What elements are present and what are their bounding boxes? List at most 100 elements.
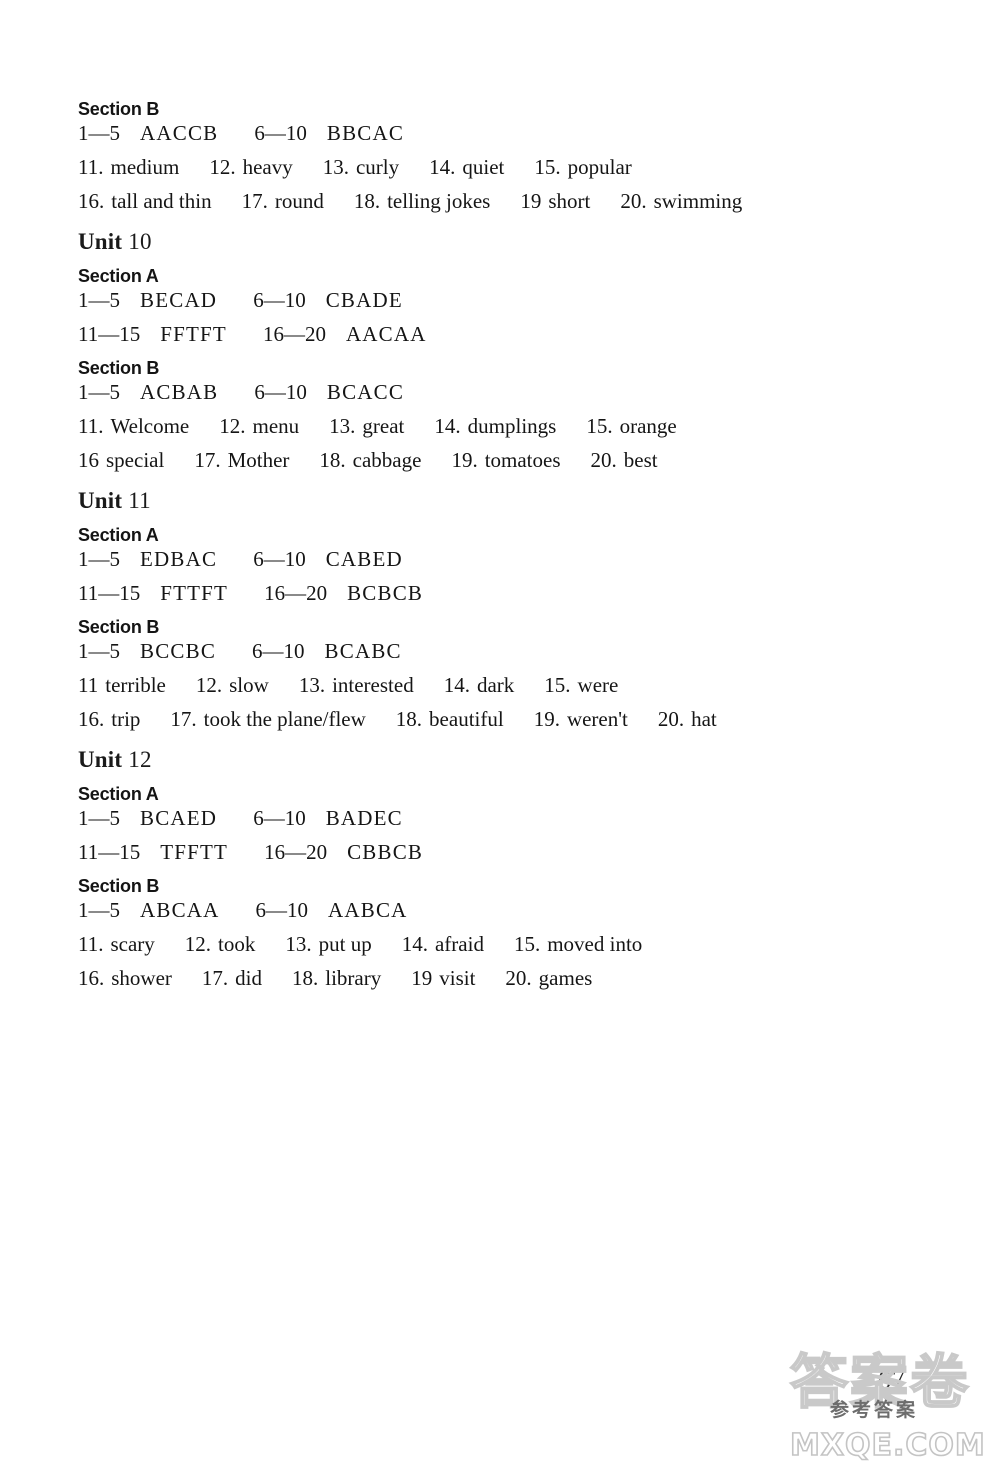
answer-item-number: 14. [401,932,428,956]
answer-item-number: 20. [590,448,617,472]
answer-item-number: 16 [78,448,99,472]
answer-item-text: special [106,448,165,472]
answer-keys: FTTFT [160,581,229,605]
answer-item-number: 14. [429,155,456,179]
answer-range-group: 1—5 BECAD [78,290,217,311]
answer-item: 12. took [185,934,256,955]
answer-range: 11—15 [78,581,141,605]
answer-range-group: 1—5 BCAED [78,808,217,829]
answer-item-text: round [274,189,324,213]
answer-line: 1—5 BCCBC 6—10 BCABC [78,641,918,662]
answer-item: 17. Mother [194,450,289,471]
answer-item: 14. dark [444,675,515,696]
answer-item-number: 11. [78,932,104,956]
answer-line: 11 terrible 12. slow 13. interested 14. dark 15.… [78,675,918,696]
answer-item-number: 19 [520,189,542,213]
answer-item: 17. did [202,968,262,989]
answer-item-text: were [577,673,619,697]
answer-range: 6—10 [252,639,305,663]
answer-range-group: 1—5 AACCB [78,123,218,144]
answer-item-number: 13. [329,414,356,438]
answer-item-number: 18. [395,707,423,731]
answer-item-number: 14. [434,414,461,438]
answer-line: 11. Welcome 12. menu 13. great 14. dumplings 15.… [78,416,918,437]
unit-number: 11 [128,488,151,513]
answer-range-group: 6—10 CABED [253,549,403,570]
answer-keys: BECAD [140,288,218,312]
answer-item: 20. best [591,450,658,471]
answer-range-group: 6—10 BADEC [253,808,403,829]
answer-range: 1—5 [78,288,120,312]
answer-item-number: 18. [319,448,346,472]
answer-item-text: dark [476,673,515,697]
answer-keys: CBBCB [347,840,424,864]
answer-item: 13. curly [323,157,399,178]
answer-keys: BBCAC [326,121,405,145]
answer-item-number: 15. [586,414,613,438]
answer-item-text: moved into [547,932,643,956]
answer-line: 1—5 BCAED 6—10 BADEC [78,808,918,829]
answer-item-number: 13. [285,932,312,956]
answer-item-text: took [218,932,256,956]
answer-range-group: 11—15 TFFTT [78,842,228,863]
answer-item: 14. quiet [429,157,504,178]
answer-range: 1—5 [78,639,120,663]
answer-item-text: heavy [242,155,293,179]
answer-item-text: weren't [566,707,628,731]
answer-item: 20. hat [658,709,717,730]
answer-item-text: Welcome [110,414,190,438]
answer-item-number: 12. [209,155,236,179]
answer-item-text: short [548,189,591,213]
answer-item-number: 11. [78,155,104,179]
answer-range-group: 16—20 CBBCB [264,842,423,863]
answer-range-group: 6—10 CBADE [253,290,403,311]
answer-item-number: 17. [241,189,268,213]
unit-heading: Unit 10 [78,230,918,253]
answer-line: 16. shower 17. did 18. library 19 visit 20. games [78,968,918,989]
answer-item: 15. moved into [514,934,642,955]
answer-item-number: 12. [184,932,212,956]
answer-range: 6—10 [255,898,309,922]
answer-item-text: menu [252,414,300,438]
answer-item-text: dumplings [467,414,557,438]
answer-item-text: cabbage [352,448,422,472]
answer-item-number: 15. [513,932,541,956]
answer-item-number: 17. [194,448,221,472]
answer-content: Section B 1—5 AACCB 6—10 BBCAC 11. medium 12. he… [78,100,918,1002]
answer-range: 16—20 [264,581,328,605]
answer-item: 13. put up [285,934,371,955]
answer-item-number: 16. [78,189,105,213]
answer-item-text: interested [332,673,414,697]
section-heading: Section B [78,876,160,896]
answer-range-group: 6—10 AABCA [256,900,408,921]
answer-item: 19. weren't [534,709,628,730]
answer-item: 19 visit [411,968,475,989]
answer-range-group: 11—15 FFTFT [78,324,227,345]
answer-item-number: 20. [620,189,647,213]
answer-line: 1—5 EDBAC 6—10 CABED [78,549,918,570]
answer-line: 1—5 AACCB 6—10 BBCAC [78,123,918,144]
answer-item-text: did [235,966,262,990]
answer-item-number: 18. [292,966,319,990]
answer-line: 16. tall and thin 17. round 18. telling jokes… [78,191,918,212]
unit-label: Unit [78,488,123,513]
answer-keys: ACBAB [140,380,219,404]
answer-item: 15. were [544,675,618,696]
answer-item-text: terrible [105,673,166,697]
answer-item: 14. afraid [402,934,484,955]
answer-keys: CABED [325,547,403,571]
watermark-subtitle: 参考答案 [830,1399,919,1421]
answer-item: 18. beautiful [396,709,504,730]
answer-item: 12. menu [219,416,299,437]
answer-line: 16 special 17. Mother 18. cabbage 19. tomatoes 2… [78,450,918,471]
answer-item-number: 19. [533,707,560,731]
answer-item-text: trip [111,707,141,731]
answer-item-number: 16. [78,707,105,731]
answer-range-group: 1—5 BCCBC [78,641,216,662]
answer-keys: ABCAA [140,898,220,922]
section-heading: Section A [78,784,159,804]
answer-item: 11. scary [78,934,155,955]
section-heading: Section A [78,525,159,545]
answer-range-group: 1—5 EDBAC [78,549,217,570]
answer-item-text: quiet [462,155,505,179]
